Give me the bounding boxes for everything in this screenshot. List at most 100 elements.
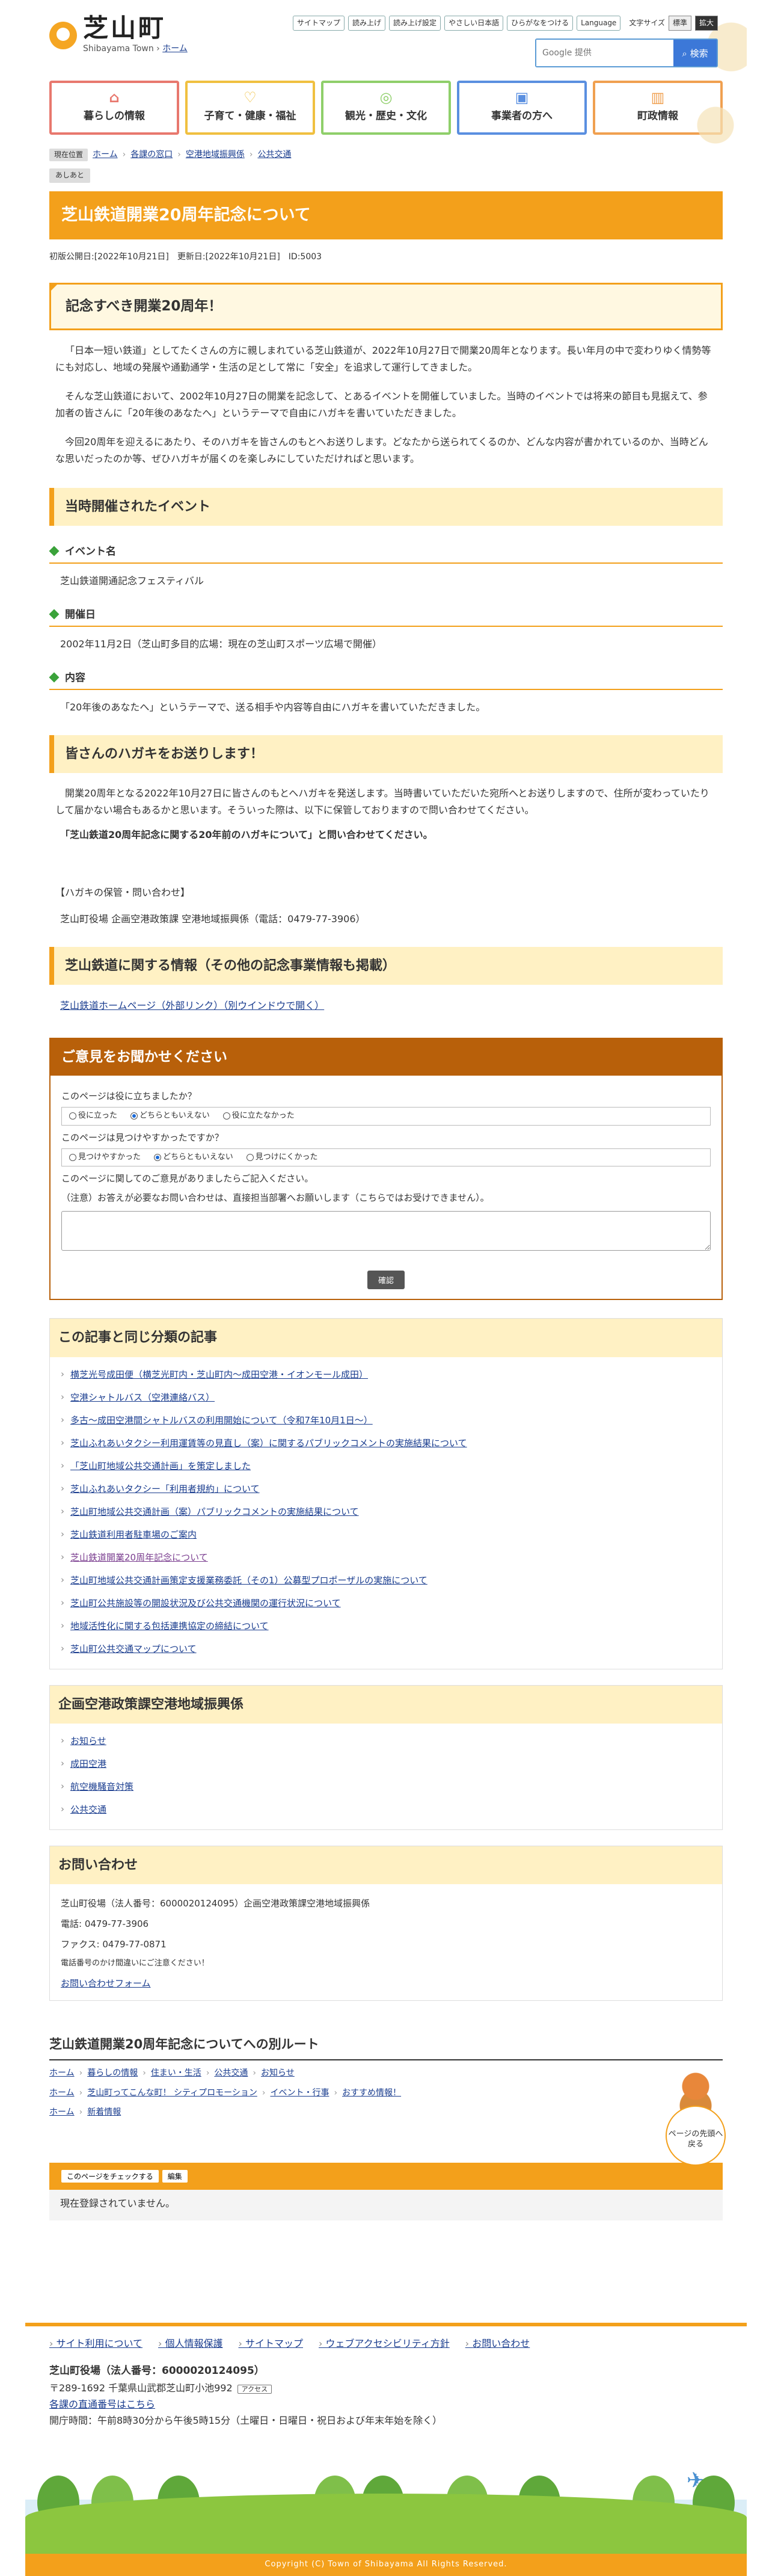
related-link[interactable]: 多古～成田空港間シャトルバスの利用開始について（令和7年10月1日～） xyxy=(70,1415,373,1426)
related-articles: この記事と同じ分類の記事 横芝光号成田便（横芝光町内・芝山町内～成田空港・イオン… xyxy=(49,1318,723,1669)
related-link[interactable]: 横芝光号成田便（横芝光町内・芝山町内～成田空港・イオンモール成田） xyxy=(70,1369,368,1380)
related-link[interactable]: 空港シャトルバス（空港連絡バス） xyxy=(70,1392,215,1403)
event-date-heading: 開催日 xyxy=(49,607,723,627)
related-title: この記事と同じ分類の記事 xyxy=(50,1319,722,1357)
q1-option-not-helpful[interactable]: 役に立たなかった xyxy=(222,1110,295,1123)
main-content: 芝山鉄道開業20周年記念について 初版公開日:[2022年10月21日] 更新日… xyxy=(25,191,747,2221)
logo-home-link[interactable]: ホーム xyxy=(162,44,188,54)
footer-link-accessibility[interactable]: ウェブアクセシビリティ方針 xyxy=(319,2336,450,2352)
storage-contact-body: 芝山町役場 企画空港政策課 空港地域振興係（電話：0479-77-3906） xyxy=(60,913,366,925)
section-link[interactable]: 成田空港 xyxy=(70,1758,106,1769)
contact-title: お問い合わせ xyxy=(50,1846,722,1884)
breadcrumb-item[interactable]: 各課の窓口 xyxy=(130,148,173,161)
furigana-button[interactable]: ひらがなをつける xyxy=(507,16,574,31)
inquiry-instruction: 「芝山鉄道20周年記念に関する20年前のハガキについて」と問い合わせてください。 xyxy=(60,829,433,841)
q1-option-neutral[interactable]: どちらともいえない xyxy=(130,1110,210,1123)
easy-japanese-button[interactable]: やさしい日本語 xyxy=(444,16,504,31)
section-link[interactable]: 航空機騒音対策 xyxy=(70,1781,133,1792)
contact-fax: ファクス: 0479-77-0871 xyxy=(61,1939,167,1950)
contact-box: お問い合わせ 芝山町役場（法人番号：6000020124095）企画空港政策課空… xyxy=(49,1845,723,2001)
section-link[interactable]: 公共交通 xyxy=(70,1804,106,1815)
related-link[interactable]: 芝山町公共施設等の開設状況及び公共交通機関の運行状況について xyxy=(70,1598,341,1609)
gnav-tourism[interactable]: ◎ 観光・歴史・文化 xyxy=(321,81,451,135)
feedback-form: ご意見をお聞かせください このページは役に立ちましたか？ 役に立った どちらとも… xyxy=(49,1038,723,1301)
heading-railway-info: 芝山鉄道に関する情報（その他の記念事業情報も掲載） xyxy=(49,947,723,985)
footer-nav: サイト利用について 個人情報保護 サイトマップ ウェブアクセシビリティ方針 お問… xyxy=(25,2326,747,2352)
font-size-large[interactable]: 拡大 xyxy=(694,16,718,31)
section-link[interactable]: お知らせ xyxy=(70,1736,106,1746)
section-title: 企画空港政策課空港地域振興係 xyxy=(50,1685,722,1724)
list-item: 成田空港 xyxy=(61,1752,711,1775)
feedback-textarea[interactable] xyxy=(61,1211,711,1251)
breadcrumb-item[interactable]: 公共交通 xyxy=(257,148,291,161)
list-item: 芝山ふれあいタクシー利用運賃等の見直し（案）に関するパブリックコメントの実施結果… xyxy=(61,1432,711,1455)
feedback-submit-button[interactable]: 確認 xyxy=(367,1271,405,1290)
footer-link-contact[interactable]: お問い合わせ xyxy=(465,2336,530,2352)
feedback-q3: このページに関してのご意見がありましたらご記入ください。 xyxy=(61,1173,314,1185)
related-link[interactable]: 芝山町地域公共交通計画（案）パブリックコメントの実施結果について xyxy=(70,1506,359,1517)
related-link[interactable]: 「芝山町地域公共交通計画」を策定しました xyxy=(70,1461,251,1471)
search-input[interactable] xyxy=(536,40,673,66)
breadcrumb-item[interactable]: 空港地域振興係 xyxy=(186,148,245,161)
search-icon: ⌕ xyxy=(682,48,687,59)
list-item: 横芝光号成田便（横芝光町内・芝山町内～成田空港・イオンモール成田） xyxy=(61,1363,711,1386)
section-menu: 企画空港政策課空港地域振興係 お知らせ 成田空港 航空機騒音対策 公共交通 xyxy=(49,1684,723,1830)
related-link-current[interactable]: 芝山鉄道開業20周年記念について xyxy=(70,1552,208,1563)
event-content-value: 「20年後のあなたへ」というテーマで、送る相手や内容等自由にハガキを書いていただ… xyxy=(60,701,486,713)
list-item: 空港シャトルバス（空港連絡バス） xyxy=(61,1386,711,1409)
font-size-label: 文字サイズ xyxy=(629,19,665,27)
footer-link-site-policy[interactable]: サイト利用について xyxy=(49,2336,142,2352)
page-meta: 初版公開日:[2022年10月21日] 更新日:[2022年10月21日] ID… xyxy=(49,251,322,262)
related-link[interactable]: 芝山町地域公共交通計画策定支援業務委託（その1）公募型プロポーザルの実施について xyxy=(70,1575,427,1586)
q1-option-helpful[interactable]: 役に立った xyxy=(69,1110,117,1123)
list-item: 航空機騒音対策 xyxy=(61,1775,711,1798)
related-link[interactable]: 芝山ふれあいタクシー「利用者規約」について xyxy=(70,1484,260,1494)
intro-paragraph: 今回20周年を迎えるにあたり、そのハガキを皆さんのもとへお送りします。どなたから… xyxy=(55,436,708,464)
q2-option-hard[interactable]: 見つけにくかった xyxy=(246,1151,318,1164)
list-item: 芝山町地域公共交通計画（案）パブリックコメントの実施結果について xyxy=(61,1500,711,1523)
list-item: 地域活性化に関する包括連携協定の締結について xyxy=(61,1615,711,1638)
footer-link-sitemap[interactable]: サイトマップ xyxy=(239,2336,303,2352)
event-content-heading: 内容 xyxy=(49,670,723,690)
check-page-button[interactable]: このページをチェックする xyxy=(61,2169,159,2183)
home-icon: ⌂ xyxy=(109,89,120,106)
heading-anniversary: 記念すべき開業20周年！ xyxy=(49,282,723,330)
gnav-childcare[interactable]: ♡ 子育て・健康・福祉 xyxy=(185,81,315,135)
footer-link-privacy[interactable]: 個人情報保護 xyxy=(158,2336,223,2352)
railway-homepage-link[interactable]: 芝山鉄道ホームページ（外部リンク）（別ウインドウで開く） xyxy=(60,1000,324,1011)
feedback-q1-options: 役に立った どちらともいえない 役に立たなかった xyxy=(61,1106,711,1126)
global-nav: ⌂ 暮らしの情報 ♡ 子育て・健康・福祉 ◎ 観光・歴史・文化 ▣ 事業者の方へ ▥ 町政… xyxy=(25,81,747,135)
gnav-living[interactable]: ⌂ 暮らしの情報 xyxy=(49,81,179,135)
related-link[interactable]: 地域活性化に関する包括連携協定の締結について xyxy=(70,1621,269,1632)
related-link[interactable]: 芝山ふれあいタクシー利用運賃等の見直し（案）に関するパブリックコメントの実施結果… xyxy=(70,1438,467,1449)
routes-title: 芝山鉄道開業20周年記念についてへの別ルート xyxy=(49,2035,723,2061)
access-button[interactable]: アクセス xyxy=(237,2384,272,2394)
copyright: Copyright (C) Town of Shibayama All Righ… xyxy=(25,2554,747,2576)
heading-event: 当時開催されたイベント xyxy=(49,487,723,526)
page-top-button[interactable]: ページの先頭へ戻る xyxy=(663,2069,729,2166)
route-row: ホーム › 新着情報 xyxy=(49,2107,121,2118)
list-item: 公共交通 xyxy=(61,1798,711,1821)
language-button[interactable]: Language xyxy=(577,16,621,31)
breadcrumb-item[interactable]: ホーム xyxy=(93,148,118,161)
briefcase-icon: ▣ xyxy=(515,89,529,106)
gnav-business[interactable]: ▣ 事業者の方へ xyxy=(457,81,587,135)
read-aloud-button[interactable]: 読み上げ xyxy=(348,16,386,31)
alternate-routes: 芝山鉄道開業20周年記念についてへの別ルート ホーム › 暮らしの情報 › 住まい・… xyxy=(49,2035,723,2119)
font-size-standard[interactable]: 標準 xyxy=(668,16,691,31)
search-button[interactable]: ⌕ 検索 xyxy=(673,40,717,66)
edit-check-button[interactable]: 編集 xyxy=(162,2169,188,2183)
contact-form-link[interactable]: お問い合わせフォーム xyxy=(61,1978,151,1989)
q2-option-neutral[interactable]: どちらともいえない xyxy=(154,1151,233,1164)
storage-contact-heading: 【ハガキの保管・問い合わせ】 xyxy=(55,887,191,899)
sitemap-button[interactable]: サイトマップ xyxy=(293,16,345,31)
q2-option-easy[interactable]: 見つけやすかった xyxy=(69,1151,141,1164)
footer-hours: 開庁時間：午前8時30分から午後5時15分（土曜日・日曜日・祝日および年末年始を… xyxy=(49,2415,443,2427)
related-link[interactable]: 芝山町公共交通マップについて xyxy=(70,1644,197,1654)
ashiato-badge[interactable]: あしあと xyxy=(49,168,91,183)
read-aloud-settings-button[interactable]: 読み上げ設定 xyxy=(389,16,441,31)
site-header: 芝山町 Shibayama Town › ホーム サイトマップ 読み上げ 読み上… xyxy=(25,0,747,78)
site-logo[interactable]: 芝山町 Shibayama Town › ホーム xyxy=(49,16,188,55)
related-link[interactable]: 芝山鉄道利用者駐車場のご案内 xyxy=(70,1529,197,1540)
footer-phone-link[interactable]: 各課の直通番号はこちら xyxy=(49,2399,155,2410)
